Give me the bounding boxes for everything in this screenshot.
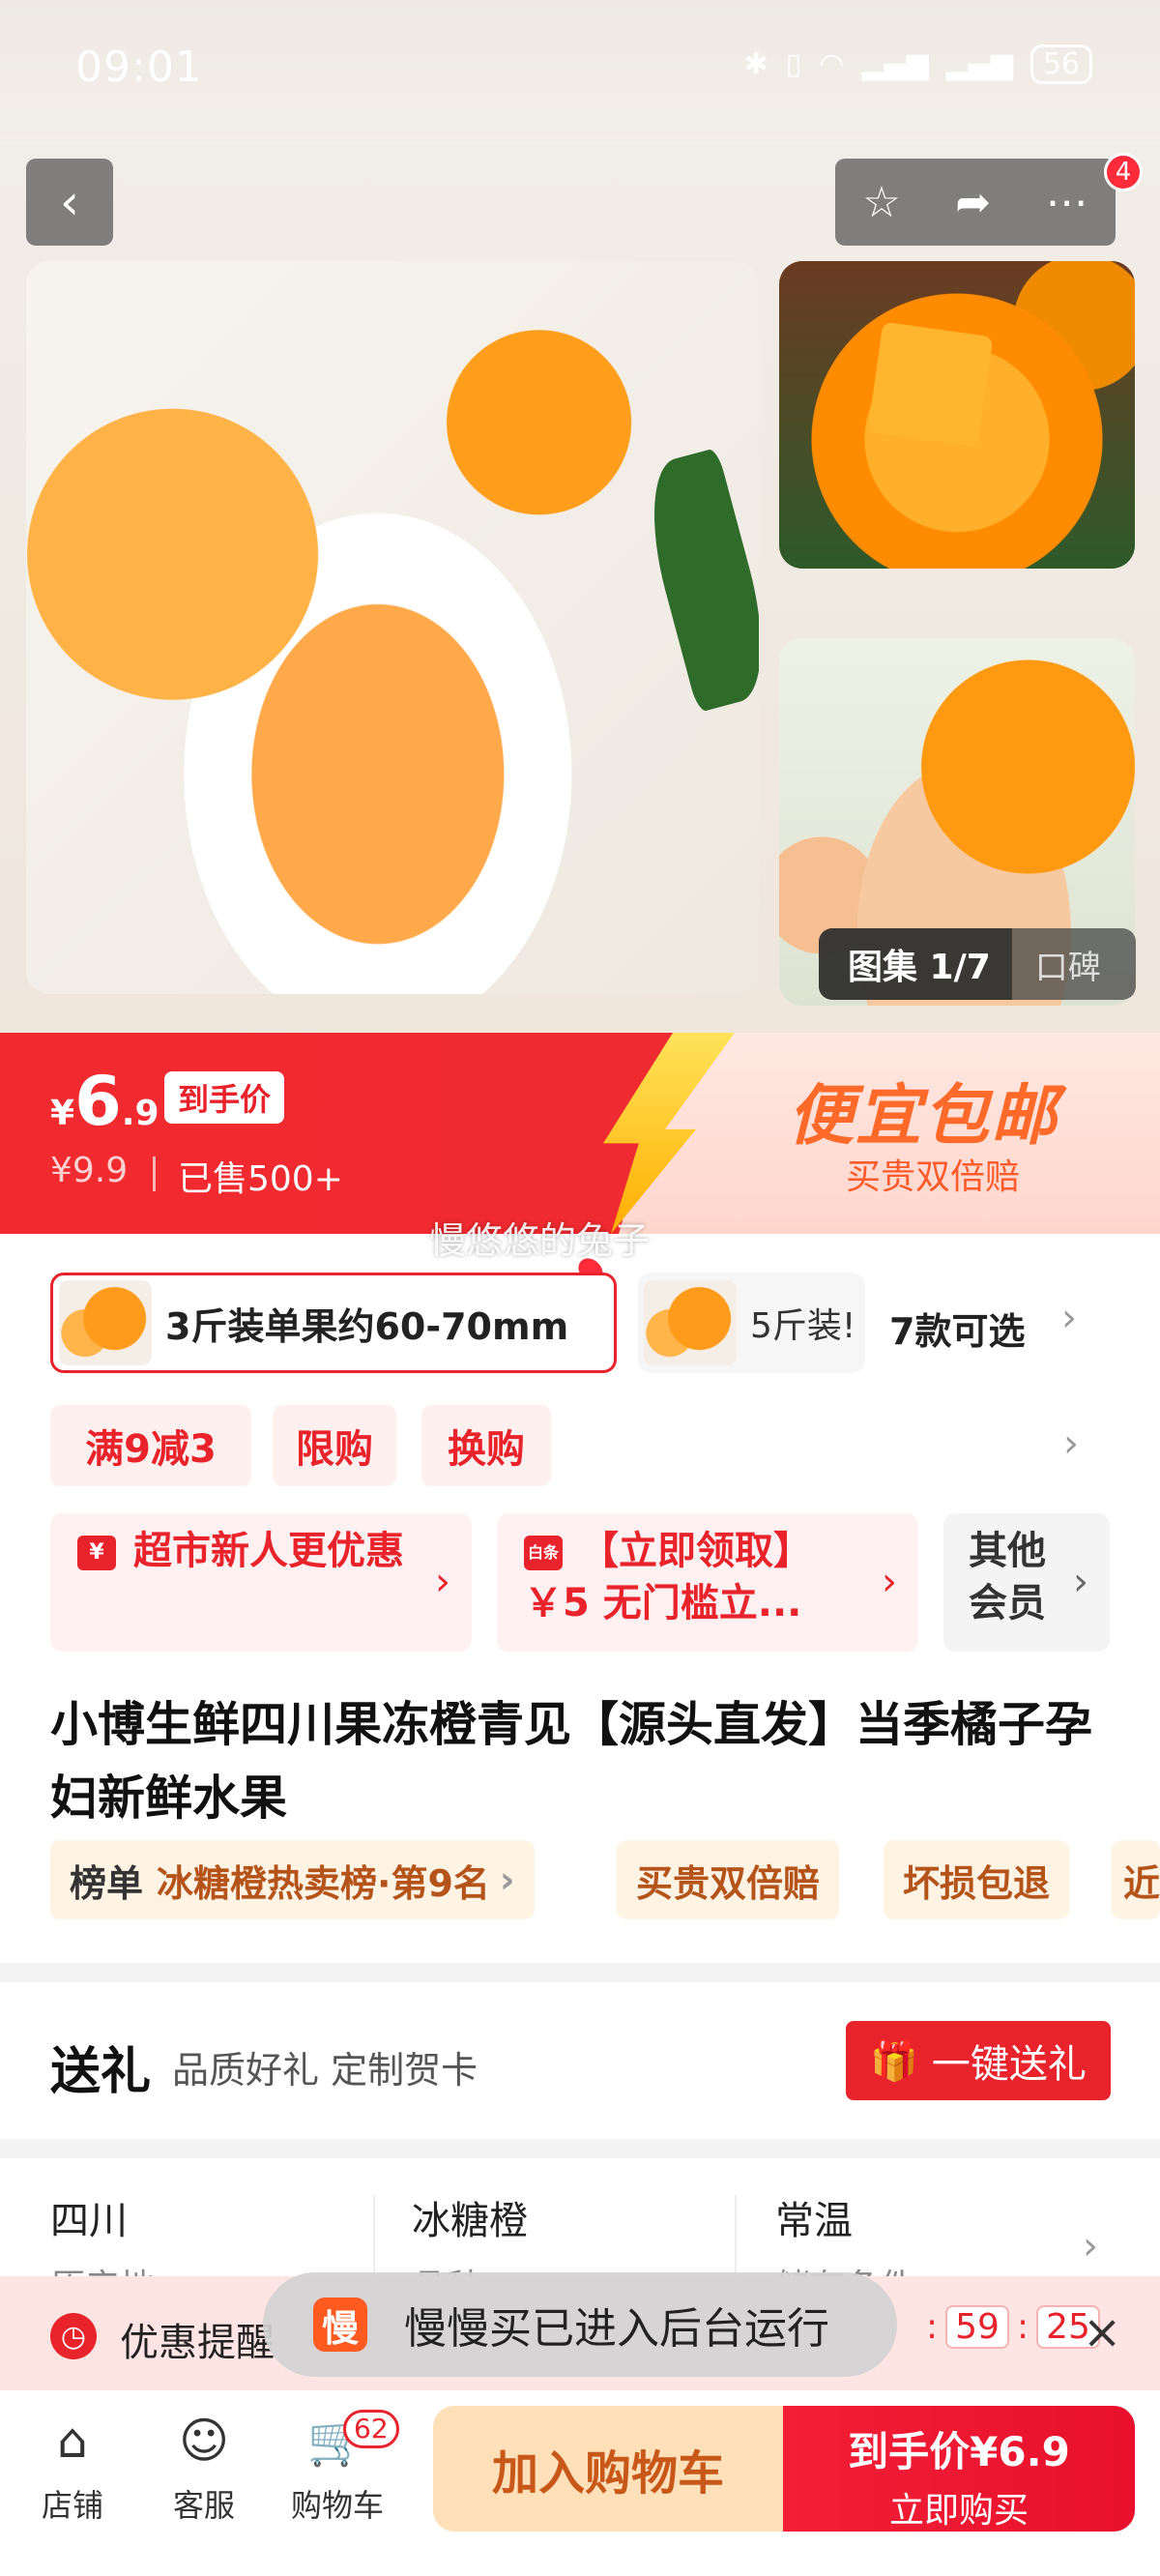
- cart-count-badge: 62: [343, 2410, 399, 2448]
- coupon-yen-icon: ¥: [77, 1536, 116, 1570]
- notification-badge: 4: [1104, 153, 1143, 191]
- chevron-right-icon: ›: [882, 1560, 897, 1604]
- chevron-right-icon[interactable]: ›: [1063, 1421, 1079, 1466]
- attr-storage: 常温: [775, 2199, 853, 2243]
- product-title: 小博生鲜四川果冻橙青见【源头直发】当季橘子孕妇新鲜水果: [50, 1697, 1093, 1826]
- rank-badge[interactable]: 榜单 冰糖橙热卖榜·第9名 ›: [50, 1840, 535, 1919]
- divider: [373, 2195, 375, 2282]
- sku-thumbnail: [59, 1280, 152, 1365]
- section-divider: [0, 2139, 1160, 2158]
- gift-button[interactable]: 🎁 一键送礼: [846, 2021, 1111, 2100]
- service-button[interactable]: ☺ 客服: [151, 2410, 257, 2526]
- gift-title: 送礼: [50, 2043, 152, 2101]
- buy-price: 到手价¥6.9: [848, 2428, 1070, 2475]
- final-price-tag: 到手价: [164, 1071, 285, 1124]
- coupon-baitiao[interactable]: 白条 【立即领取】￥5 无门槛立... ›: [497, 1513, 918, 1652]
- promo-title: 便宜包邮: [788, 1078, 1059, 1155]
- buy-now-button[interactable]: 到手价¥6.9 立即购买: [783, 2406, 1135, 2532]
- status-time: 09:01: [75, 43, 203, 92]
- reviews-tab[interactable]: 口碑: [1012, 941, 1101, 988]
- jelly-cube-graphic: [867, 321, 994, 448]
- current-price: ¥ 6 .9: [50, 1062, 160, 1141]
- album-indicator[interactable]: 图集 1/7 口碑: [819, 928, 1136, 1000]
- chevron-right-icon[interactable]: ›: [1083, 2224, 1098, 2269]
- wifi-icon: ◠: [819, 47, 845, 81]
- bluetooth-icon: ✱: [743, 47, 768, 81]
- chevron-right-icon: ›: [435, 1560, 450, 1604]
- status-icons: ✱ ▯ ◠ ▂▄▆ ▂▄▆ 56: [744, 44, 1092, 84]
- product-main-image[interactable]: [26, 261, 759, 994]
- product-gallery: ‹ ☆ ➦ ⋯ 4 图集 1/7 口碑: [0, 145, 1160, 1035]
- alarm-clock-icon: ◷: [50, 2313, 97, 2359]
- signal-icon-2: ▂▄▆: [945, 47, 1013, 81]
- share-icon[interactable]: ➦: [955, 178, 991, 227]
- leaf-graphic: [632, 447, 759, 714]
- sku-option-selected[interactable]: 3斤装单果约60-70mm: [50, 1273, 617, 1373]
- signal-icon: ▂▄▆: [861, 47, 929, 81]
- attr-origin: 四川: [50, 2199, 128, 2243]
- status-bar: 09:01 ✱ ▯ ◠ ▂▄▆ ▂▄▆ 56: [0, 0, 1160, 145]
- sku-more-count[interactable]: 7款可选: [889, 1302, 1025, 1355]
- chevron-right-icon[interactable]: ›: [1061, 1296, 1077, 1340]
- more-icon[interactable]: ⋯: [1046, 178, 1088, 227]
- countdown: : 59 : 25: [926, 2305, 1100, 2349]
- close-icon[interactable]: ×: [1083, 2305, 1121, 2359]
- sku-label: 5斤装!: [750, 1306, 856, 1346]
- sku-thumbnail: [644, 1280, 737, 1365]
- back-button[interactable]: ‹: [26, 159, 113, 246]
- album-count: 图集 1/7: [819, 928, 1012, 1000]
- chevron-right-icon: ›: [1073, 1560, 1088, 1604]
- coupon-new-user[interactable]: ¥ 超市新人更优惠 ›: [50, 1513, 472, 1652]
- toast-text: 慢慢买已进入后台运行: [404, 2304, 829, 2354]
- buy-label: 立即购买: [888, 2491, 1029, 2531]
- coupon-text: 【立即领取】￥5 无门槛立...: [524, 1529, 812, 1625]
- app-icon: 慢: [313, 2298, 367, 2352]
- chevron-left-icon: ‹: [60, 174, 79, 230]
- store-button[interactable]: ⌂ 店铺: [19, 2410, 126, 2526]
- coupon-other-members[interactable]: 其他会员 ›: [943, 1513, 1110, 1652]
- promo-tag-limit[interactable]: 限购: [273, 1405, 396, 1486]
- original-price: ¥9.9: [50, 1151, 129, 1190]
- top-action-group: ☆ ➦ ⋯: [835, 159, 1116, 246]
- reminder-text: 优惠提醒: [120, 2321, 275, 2365]
- battery-indicator: 56: [1030, 44, 1092, 84]
- sku-label: 3斤装单果约60-70mm: [165, 1304, 569, 1348]
- add-to-cart-button[interactable]: 加入购物车: [433, 2406, 783, 2532]
- coupon-baitiao-icon: 白条: [524, 1536, 563, 1570]
- divider: [735, 2195, 737, 2282]
- gift-icon: 🎁: [870, 2038, 918, 2084]
- promo-subtitle: 买贵双倍赔: [846, 1157, 1021, 1197]
- return-badge[interactable]: 坏损包退: [884, 1840, 1070, 1919]
- chevron-right-icon: ›: [499, 1859, 515, 1901]
- promo-tag-discount[interactable]: 满9减3: [50, 1405, 251, 1486]
- attr-variety: 冰糖橙: [412, 2199, 528, 2243]
- smile-service-icon: ☺: [178, 2413, 230, 2469]
- section-divider: [0, 1963, 1160, 1982]
- rank-prefix: 榜单: [70, 1861, 144, 1905]
- gift-subtitle: 品质好礼 定制贺卡: [172, 2049, 478, 2092]
- sku-option[interactable]: 5斤装!: [638, 1273, 865, 1373]
- rank-text: 冰糖橙热卖榜·第9名: [157, 1861, 490, 1905]
- favorite-star-icon[interactable]: ☆: [862, 178, 900, 227]
- product-page: 09:01 ✱ ▯ ◠ ▂▄▆ ▂▄▆ 56 ‹ ☆ ➦ ⋯ 4 图集 1/7 …: [0, 0, 1160, 2576]
- store-icon: ⌂: [57, 2413, 88, 2469]
- vibrate-icon: ▯: [785, 47, 802, 81]
- price-banner: ¥ 6 .9 到手价 ¥9.9 已售500+ 便宜包邮 买贵双倍赔: [0, 1033, 1160, 1234]
- watermark-text: 慢悠悠的兔子: [429, 1219, 651, 1262]
- promo-tag-exchange[interactable]: 换购: [421, 1405, 551, 1486]
- sold-count: 已售500+: [178, 1159, 343, 1199]
- price-divider: [153, 1156, 156, 1191]
- coupon-text: 超市新人更优惠: [133, 1529, 404, 1573]
- system-toast: 慢 慢慢买已进入后台运行: [263, 2272, 897, 2377]
- coupon-text: 其他会员: [969, 1529, 1046, 1625]
- guarantee-badge[interactable]: 买贵双倍赔: [617, 1840, 840, 1919]
- more-badge[interactable]: 近: [1112, 1840, 1160, 1919]
